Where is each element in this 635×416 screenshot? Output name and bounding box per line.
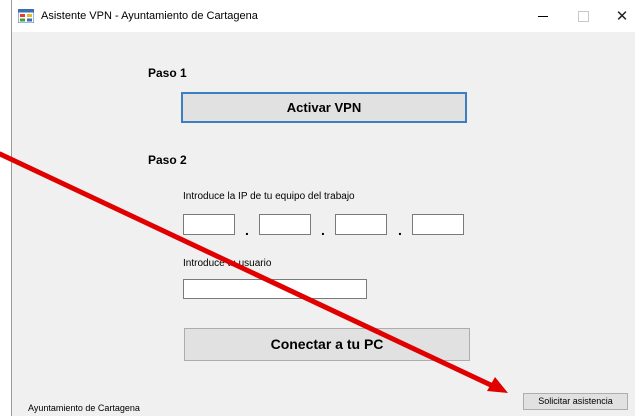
ip-octet-3-input[interactable] [335,214,387,235]
close-icon: ✕ [615,6,629,25]
maximize-button[interactable] [563,0,603,32]
ip-separator-1: . [245,222,249,238]
maximize-icon [577,10,589,22]
request-assistance-button[interactable]: Solicitar asistencia [523,393,628,410]
windows-form-icon [18,9,34,23]
username-input[interactable] [183,279,367,299]
ip-octet-1-input[interactable] [183,214,235,235]
window-title: Asistente VPN - Ayuntamiento de Cartagen… [41,10,258,22]
title-bar[interactable]: Asistente VPN - Ayuntamiento de Cartagen… [12,0,635,32]
connect-pc-button[interactable]: Conectar a tu PC [184,328,470,361]
minimize-icon [538,15,548,17]
ip-octet-4-input[interactable] [412,214,464,235]
close-button[interactable]: ✕ [602,0,635,32]
organization-label: Ayuntamiento de Cartagena [28,403,140,413]
ip-separator-2: . [321,222,325,238]
user-label: Introduce tu usuario [183,258,272,269]
ip-separator-3: . [398,222,402,238]
step1-label: Paso 1 [148,66,187,80]
minimize-button[interactable] [523,0,563,32]
ip-octet-2-input[interactable] [259,214,311,235]
activate-vpn-button[interactable]: Activar VPN [181,92,467,123]
step2-label: Paso 2 [148,153,187,167]
vpn-assistant-window: Asistente VPN - Ayuntamiento de Cartagen… [11,0,635,416]
ip-label: Introduce la IP de tu equipo del trabajo [183,191,355,202]
